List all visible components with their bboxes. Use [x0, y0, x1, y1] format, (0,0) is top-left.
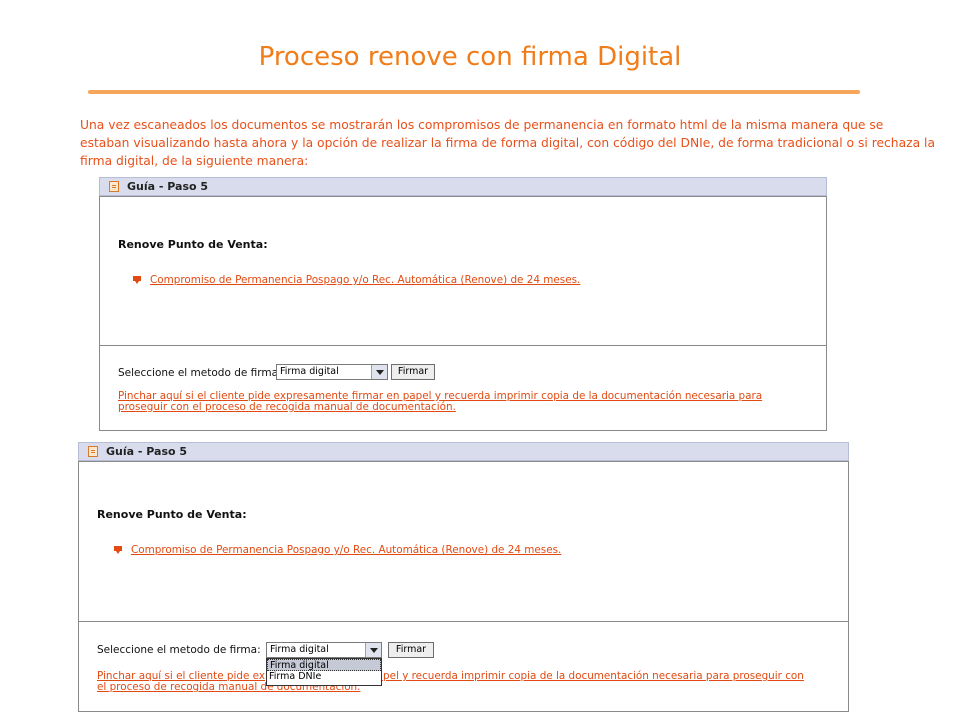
- dropdown-option-firma-digital[interactable]: Firma digital: [267, 659, 381, 671]
- signature-box: Seleccione el metodo de firma: Firma dig…: [78, 621, 849, 712]
- paper-signature-link[interactable]: Pinchar aquí si el cliente pide expresam…: [118, 391, 808, 413]
- commitment-document-link[interactable]: Compromiso de Permanencia Pospago y/o Re…: [150, 274, 580, 286]
- documents-box: Renove Punto de Venta: Compromiso de Per…: [78, 461, 849, 622]
- guide-document-icon: [109, 181, 119, 192]
- signature-method-select[interactable]: Firma digital: [276, 364, 388, 380]
- signature-method-label: Seleccione el metodo de firma:: [97, 644, 261, 656]
- paper-signature-link[interactable]: Pinchar aquí si el cliente pide ex papel …: [97, 671, 837, 693]
- intro-paragraph: Una vez escaneados los documentos se mos…: [80, 118, 935, 168]
- select-value: Firma digital: [280, 366, 339, 377]
- signature-method-select[interactable]: Firma digital: [266, 642, 382, 658]
- panel-header: Guía - Paso 5: [78, 442, 849, 461]
- sign-button[interactable]: Firmar: [391, 364, 435, 380]
- commitment-document-link[interactable]: Compromiso de Permanencia Pospago y/o Re…: [131, 544, 561, 556]
- signature-method-dropdown[interactable]: Firma digital Firma DNIe: [266, 658, 382, 686]
- panel-header-title: Guía - Paso 5: [106, 445, 188, 458]
- document-bullet-icon: [114, 546, 122, 554]
- chevron-down-icon[interactable]: [371, 365, 387, 379]
- sign-button[interactable]: Firmar: [388, 642, 434, 658]
- title-underline: [88, 90, 860, 94]
- documents-box: Renove Punto de Venta: Compromiso de Per…: [99, 196, 827, 346]
- dropdown-option-firma-dnie[interactable]: Firma DNIe: [267, 671, 381, 683]
- signature-method-label: Seleccione el metodo de firma:: [118, 367, 282, 379]
- page-title: Proceso renove con firma Digital: [258, 42, 682, 72]
- section-label: Renove Punto de Venta:: [118, 238, 268, 251]
- chevron-down-icon[interactable]: [365, 643, 381, 657]
- document-bullet-icon: [133, 276, 141, 284]
- guide-panel-2: Guía - Paso 5 Renove Punto de Venta: Com…: [78, 442, 849, 712]
- panel-header: Guía - Paso 5: [99, 177, 827, 196]
- section-label: Renove Punto de Venta:: [97, 508, 247, 521]
- select-value: Firma digital: [270, 644, 329, 655]
- signature-box: Seleccione el metodo de firma: Firma dig…: [99, 345, 827, 431]
- guide-panel-1: Guía - Paso 5 Renove Punto de Venta: Com…: [99, 177, 827, 431]
- guide-document-icon: [88, 446, 98, 457]
- panel-header-title: Guía - Paso 5: [127, 180, 209, 193]
- paper-note-line1-end: papel y recuerda imprimir copia de la do…: [370, 670, 804, 682]
